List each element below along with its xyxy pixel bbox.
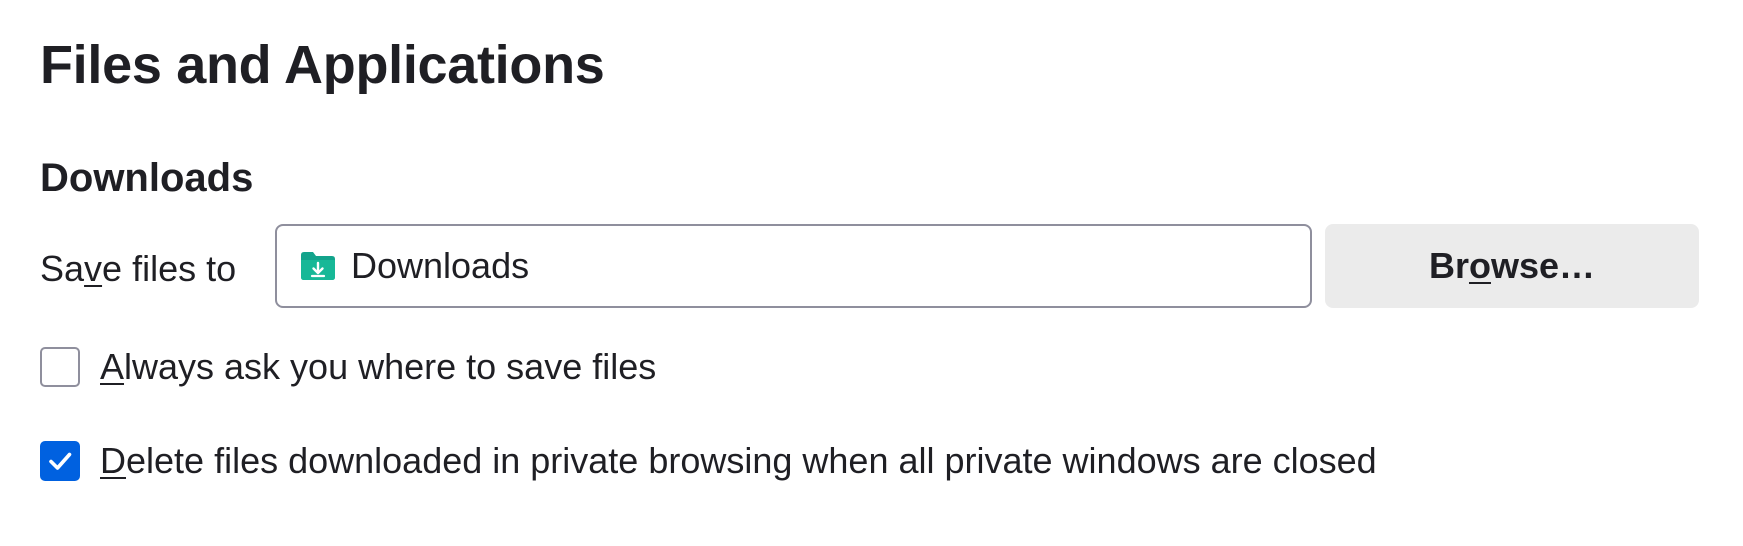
always-ask-checkbox[interactable] (40, 347, 80, 387)
always-ask-text: lways ask you where to save files (124, 346, 657, 387)
checkmark-icon (49, 452, 72, 470)
delete-private-downloads-checkbox[interactable] (40, 441, 80, 481)
download-folder-icon (299, 251, 337, 281)
files-and-applications-panel: Files and Applications Downloads Save fi… (0, 0, 1743, 546)
save-label-part: e files to (102, 248, 237, 289)
page-title: Files and Applications (40, 35, 605, 95)
save-label-accesskey: v (84, 248, 103, 289)
download-folder-value: Downloads (351, 245, 530, 286)
download-folder-field[interactable]: Downloads (275, 224, 1312, 308)
save-label-part: Sa (40, 248, 85, 289)
delete-private-downloads-option[interactable]: Delete files downloaded in private brows… (40, 434, 1377, 488)
always-ask-accesskey: A (100, 346, 125, 387)
browse-label-part: Br (1428, 245, 1469, 286)
browse-label-part: wse… (1490, 245, 1596, 286)
browse-label-accesskey: o (1468, 245, 1491, 286)
always-ask-option[interactable]: Always ask you where to save files (40, 340, 656, 394)
browse-button[interactable]: Br o wse… (1325, 224, 1699, 308)
delete-private-text: elete files downloaded in private browsi… (126, 440, 1377, 481)
save-files-to-label: Save files to (40, 242, 236, 296)
delete-private-accesskey: D (100, 440, 126, 481)
delete-private-downloads-label[interactable]: Delete files downloaded in private brows… (100, 434, 1377, 488)
downloads-section-title: Downloads (40, 156, 254, 200)
always-ask-label[interactable]: Always ask you where to save files (100, 340, 656, 394)
